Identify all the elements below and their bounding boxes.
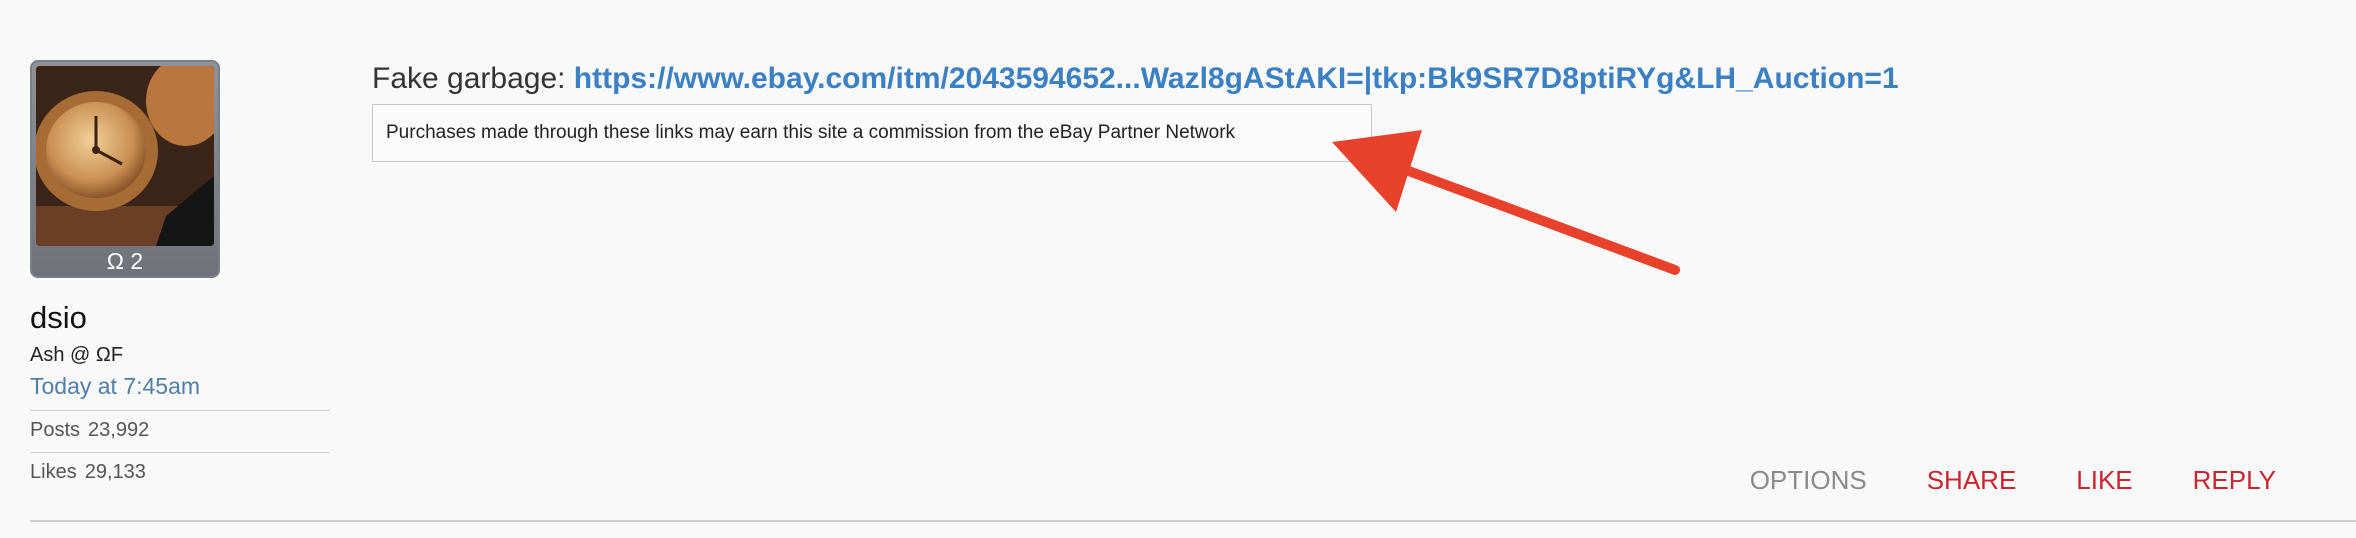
user-info-panel: Ω 2 dsio Ash @ ΩF Today at 7:45am Posts 2… bbox=[30, 60, 330, 484]
avatar[interactable]: Ω 2 bbox=[30, 60, 220, 278]
stat-likes-value: 29,133 bbox=[84, 461, 146, 483]
stat-posts-value: 23,992 bbox=[88, 419, 150, 441]
username[interactable]: dsio bbox=[30, 300, 330, 336]
annotation-arrow bbox=[1332, 130, 1680, 275]
avatar-photo bbox=[36, 66, 214, 246]
post-timestamp-link[interactable]: Today at 7:45am bbox=[30, 373, 330, 400]
user-title: Ash @ ΩF bbox=[30, 344, 124, 366]
stat-likes: Likes 29,133 bbox=[30, 452, 330, 484]
watch-image bbox=[36, 66, 214, 246]
stat-posts: Posts 23,992 bbox=[30, 410, 330, 442]
stat-posts-label: Posts bbox=[30, 419, 81, 441]
affiliate-disclaimer: Purchases made through these links may e… bbox=[372, 104, 1372, 162]
options-button[interactable]: OPTIONS bbox=[1750, 465, 1867, 496]
share-button[interactable]: SHARE bbox=[1927, 465, 2017, 496]
post-lead: Fake garbage: https://www.ebay.com/itm/2… bbox=[372, 62, 1899, 96]
avatar-badge: Ω 2 bbox=[106, 248, 144, 274]
stat-likes-label: Likes bbox=[30, 461, 77, 483]
post-divider bbox=[30, 520, 2356, 522]
like-button[interactable]: LIKE bbox=[2076, 465, 2132, 496]
reply-button[interactable]: REPLY bbox=[2193, 465, 2276, 496]
post-lead-text: Fake garbage: bbox=[372, 62, 574, 95]
post-actions: OPTIONS SHARE LIKE REPLY bbox=[1690, 465, 2276, 496]
ebay-link[interactable]: https://www.ebay.com/itm/2043594652...Wa… bbox=[574, 62, 1899, 95]
